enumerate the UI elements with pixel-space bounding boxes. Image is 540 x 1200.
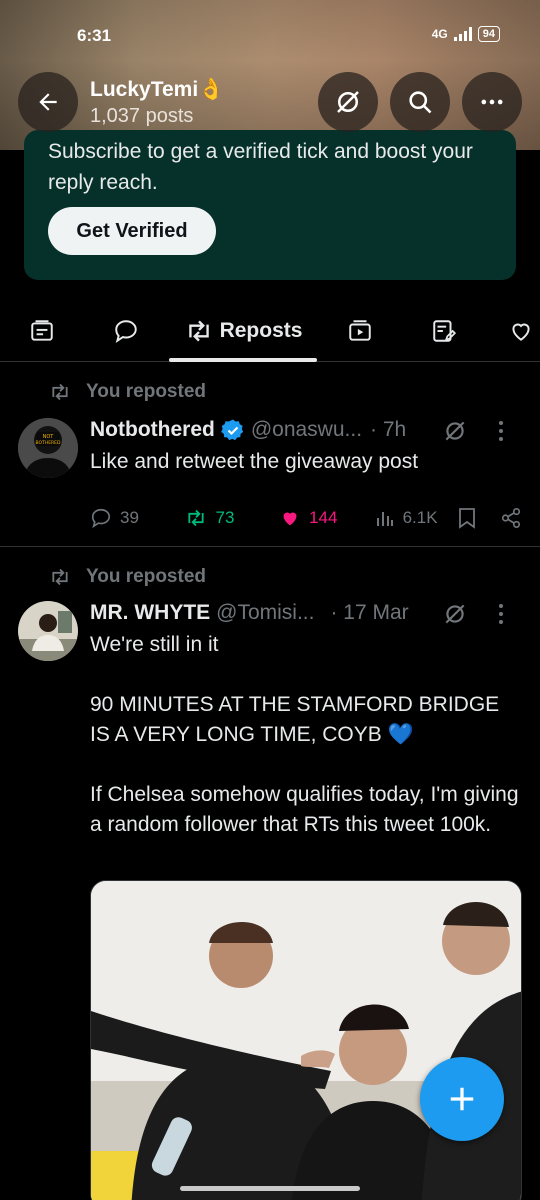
profile-post-count: 1,037 posts xyxy=(90,105,194,127)
video-icon xyxy=(349,320,371,341)
verified-upsell-card: Subscribe to get a verified tick and boo… xyxy=(24,130,516,280)
tab-reposts-label: Reposts xyxy=(219,319,303,342)
tab-replies[interactable] xyxy=(106,300,146,362)
compose-post-button[interactable] xyxy=(420,1057,504,1141)
post-header-actions xyxy=(442,418,504,444)
network-label: 4G xyxy=(431,27,448,41)
post-author-name[interactable]: Notbothered xyxy=(90,418,215,442)
more-options-button[interactable] xyxy=(462,72,522,132)
avatar[interactable] xyxy=(18,601,78,661)
search-icon xyxy=(409,91,432,114)
tab-articles[interactable] xyxy=(424,300,464,362)
post-header-actions xyxy=(442,601,504,627)
repost-icon xyxy=(187,509,204,527)
repost-count: 73 xyxy=(215,508,235,527)
bookmark-button[interactable] xyxy=(458,507,488,529)
tab-likes[interactable] xyxy=(508,300,540,362)
more-dots-icon xyxy=(481,99,503,105)
battery-level: 94 xyxy=(477,26,500,42)
signal-icon xyxy=(453,27,472,41)
post-timestamp: · 7h xyxy=(370,418,407,441)
verified-badge-icon xyxy=(221,419,244,441)
post-header: Notbothered @onaswu... · 7h xyxy=(90,418,522,442)
status-bar: 6:31 4G 94 xyxy=(0,22,540,52)
post-author-handle: @Tomisi... xyxy=(216,601,315,624)
repost-icon xyxy=(188,320,209,342)
reply-bubble-icon xyxy=(115,320,137,343)
repost-icon xyxy=(52,383,68,401)
active-tab-indicator xyxy=(169,358,317,362)
repost-icon xyxy=(52,568,68,586)
grok-button[interactable] xyxy=(318,72,378,132)
repost-context-label: You reposted xyxy=(86,381,206,402)
share-icon xyxy=(501,508,521,528)
avatar-image: NOTBOTHERED xyxy=(18,418,78,478)
gesture-home-indicator[interactable] xyxy=(180,1186,360,1191)
more-vertical-icon[interactable] xyxy=(498,603,504,625)
timeline-post[interactable]: You reposted NOT BOTHERED Notbothered @on… xyxy=(0,363,540,547)
tab-reposts[interactable]: Reposts xyxy=(170,300,316,362)
share-button[interactable] xyxy=(500,507,522,529)
like-button[interactable]: 144 xyxy=(279,507,375,529)
back-button[interactable] xyxy=(18,72,78,132)
arrow-left-icon xyxy=(39,93,57,111)
avatar-image xyxy=(18,601,78,661)
post-author-name[interactable]: MR. WHYTE xyxy=(90,601,210,625)
repost-context-label: You reposted xyxy=(86,566,206,587)
svg-text:NOT: NOT xyxy=(43,434,55,440)
verified-upsell-text: Subscribe to get a verified tick and boo… xyxy=(48,140,473,194)
post-header: MR. WHYTE @Tomisi... · 17 Mar xyxy=(90,601,522,625)
bookmark-icon xyxy=(459,508,476,529)
tab-highlights[interactable] xyxy=(22,300,62,362)
search-button[interactable] xyxy=(390,72,450,132)
tab-videos[interactable] xyxy=(340,300,380,362)
more-vertical-icon[interactable] xyxy=(498,420,504,442)
profile-name: LuckyTemi👌 xyxy=(90,78,225,101)
status-time: 6:31 xyxy=(77,26,112,45)
post-author-handle: @onaswu... xyxy=(250,418,363,441)
post-timestamp: · 17 Mar xyxy=(330,601,409,624)
heart-icon xyxy=(512,323,530,341)
article-edit-icon xyxy=(433,320,457,342)
post-text-line: 90 MINUTES AT THE STAMFORD BRIDGE IS A V… xyxy=(90,693,500,746)
grok-icon[interactable] xyxy=(442,418,468,444)
post-text-line: If Chelsea somehow qualifies today, I'm … xyxy=(90,783,519,836)
reply-icon xyxy=(91,508,111,529)
post-text-line: We're still in it xyxy=(90,633,219,656)
post-text: Like and retweet the giveaway post xyxy=(90,450,419,473)
football-players-photo xyxy=(91,881,521,1200)
view-count: 6.1K xyxy=(402,508,438,527)
views-button[interactable]: 6.1K xyxy=(375,508,459,528)
svg-text:BOTHERED: BOTHERED xyxy=(36,440,61,446)
profile-tabs: Reposts xyxy=(0,300,540,362)
highlights-icon xyxy=(31,320,53,341)
post-action-bar: 39 73 144 6.1K xyxy=(90,503,522,533)
like-count: 144 xyxy=(309,508,338,527)
post-media-image[interactable] xyxy=(90,880,522,1200)
repost-button[interactable]: 73 xyxy=(184,508,280,528)
grok-icon[interactable] xyxy=(442,601,468,627)
repost-context: You reposted xyxy=(48,381,206,403)
views-chart-icon xyxy=(376,512,393,526)
repost-context: You reposted xyxy=(48,566,206,588)
plus-icon xyxy=(450,1087,474,1111)
reply-button[interactable]: 39 xyxy=(90,507,184,529)
heart-filled-icon xyxy=(283,512,297,526)
avatar[interactable]: NOT BOTHERED xyxy=(18,418,78,478)
grok-icon xyxy=(337,91,359,113)
reply-count: 39 xyxy=(120,508,139,527)
get-verified-button[interactable]: Get Verified xyxy=(48,207,216,255)
status-indicators: 4G 94 xyxy=(432,26,500,42)
